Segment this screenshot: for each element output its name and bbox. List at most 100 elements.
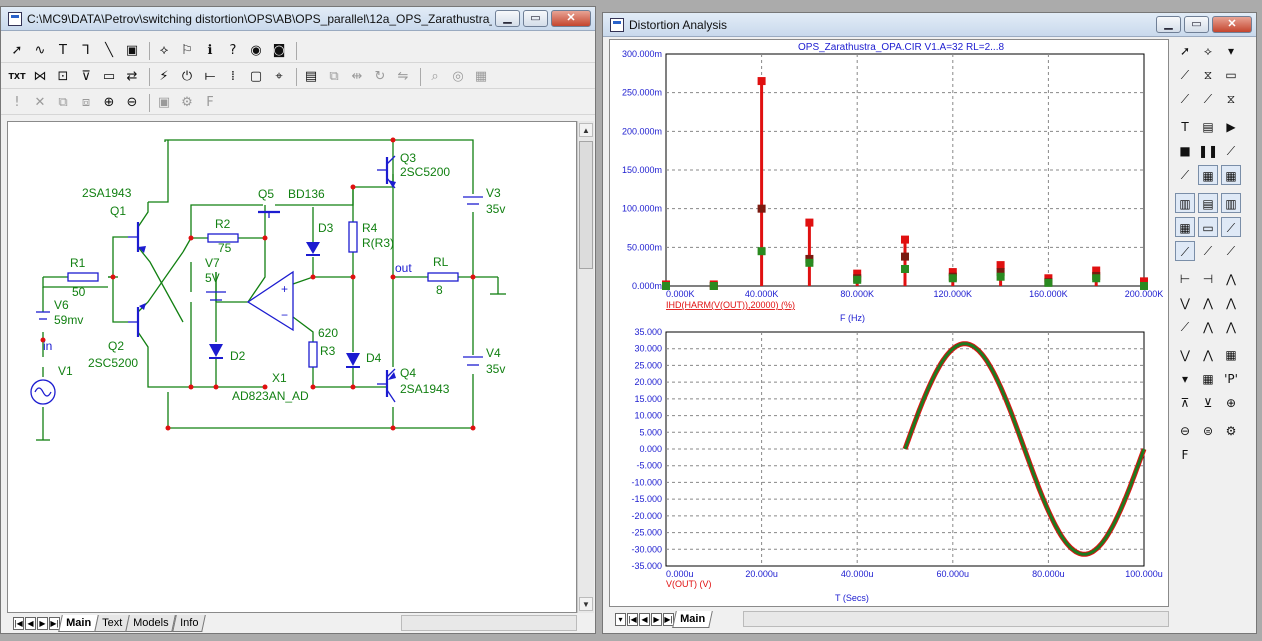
text-mode-icon[interactable]: TXT bbox=[7, 67, 27, 87]
analysis-tool-icon[interactable]: ⋀ bbox=[1198, 317, 1218, 337]
info-icon[interactable]: ℹ bbox=[200, 41, 220, 61]
camera-icon[interactable]: ▣ bbox=[154, 93, 174, 113]
probe-icon[interactable]: ⚙ bbox=[177, 93, 197, 113]
schematic-horizontal-scrollbar[interactable] bbox=[401, 615, 577, 631]
analysis-tool-icon[interactable]: ▦ bbox=[1198, 369, 1218, 389]
analysis-tool-icon[interactable]: ⋀ bbox=[1221, 317, 1241, 337]
analysis-tool-icon[interactable]: ▭ bbox=[1221, 65, 1241, 85]
analysis-tool-icon[interactable]: ➚ bbox=[1175, 41, 1195, 61]
wire-icon[interactable]: ∿ bbox=[30, 41, 50, 61]
analysis-tool-icon[interactable]: ⋀ bbox=[1221, 269, 1241, 289]
analysis-tool-icon[interactable]: ⧖ bbox=[1198, 65, 1218, 85]
copy-icon[interactable]: ⧉ bbox=[53, 93, 73, 113]
text-tool-icon[interactable]: T bbox=[53, 41, 73, 61]
help-icon[interactable]: ? bbox=[223, 41, 243, 61]
minimize-button[interactable]: ▁ bbox=[1156, 16, 1181, 33]
attribute-icon[interactable]: ⊡ bbox=[53, 67, 73, 87]
plot-menu-button[interactable]: ▾ bbox=[615, 612, 626, 626]
analysis-tool-icon[interactable]: ⟋ bbox=[1175, 65, 1195, 85]
tab-info[interactable]: Info bbox=[171, 614, 206, 632]
analysis-tool-icon[interactable]: ■ bbox=[1175, 141, 1195, 161]
analysis-tool-icon[interactable]: ⟋ bbox=[1175, 241, 1195, 261]
on-off-icon[interactable]: ⏻ bbox=[177, 67, 197, 87]
analysis-tool-icon[interactable]: ▭ bbox=[1198, 217, 1218, 237]
analysis-tool-icon[interactable]: ⊻ bbox=[1198, 393, 1218, 413]
analysis-tool-icon[interactable]: ⟋ bbox=[1221, 217, 1241, 237]
analysis-tool-icon[interactable]: ❚❚ bbox=[1198, 141, 1218, 161]
analysis-tool-icon[interactable]: ⚙ bbox=[1221, 421, 1241, 441]
analysis-tool-icon[interactable]: ▦ bbox=[1221, 345, 1241, 365]
find-icon[interactable]: ⌕ bbox=[425, 67, 445, 87]
zoom-in-icon[interactable]: ⊕ bbox=[99, 93, 119, 113]
analysis-tool-icon[interactable]: ▶ bbox=[1221, 117, 1241, 137]
voltage-icon[interactable]: ⚡ bbox=[154, 67, 174, 87]
current-icon[interactable]: ⇄ bbox=[122, 67, 142, 87]
schematic-vertical-scrollbar[interactable]: ▲ ▼ bbox=[577, 121, 594, 613]
scroll-up-button[interactable]: ▲ bbox=[579, 123, 593, 137]
tab-models[interactable]: Models bbox=[125, 614, 177, 632]
close-button[interactable]: ✕ bbox=[551, 10, 591, 27]
plot-area[interactable]: OPS_Zarathustra_OPA.CIR V1.A=32 RL=2...8… bbox=[609, 39, 1169, 607]
grid-text-icon[interactable]: ▭ bbox=[99, 67, 119, 87]
component-icon[interactable]: ▣ bbox=[122, 41, 142, 61]
pin-connection-icon[interactable]: ⟝ bbox=[200, 67, 220, 87]
next-page-button[interactable]: ▶ bbox=[651, 612, 662, 626]
mirror-icon[interactable]: ⇋ bbox=[393, 67, 413, 87]
analysis-tool-icon[interactable]: ⊕ bbox=[1221, 393, 1241, 413]
analysis-tool-icon[interactable]: ⊼ bbox=[1175, 393, 1195, 413]
schematic-canvas[interactable]: 2SA1943 Q1 R1 50 V6 59mv in V1 Q2 2SC520… bbox=[7, 121, 577, 613]
analysis-tool-icon[interactable]: ⊖ bbox=[1175, 421, 1195, 441]
analysis-tool-icon[interactable]: ⧖ bbox=[1221, 89, 1241, 109]
next-page-button[interactable]: ▶ bbox=[37, 616, 48, 630]
analysis-tool-icon[interactable]: ▦ bbox=[1175, 217, 1195, 237]
analysis-tool-icon[interactable]: ⟋ bbox=[1175, 89, 1195, 109]
flag-icon[interactable]: ⚐ bbox=[177, 41, 197, 61]
schematic-title-bar[interactable]: C:\MC9\DATA\Petrov\switching distortion\… bbox=[1, 7, 595, 31]
analysis-tool-icon[interactable]: ⋀ bbox=[1198, 293, 1218, 313]
tab-main[interactable]: Main bbox=[672, 610, 713, 628]
scroll-thumb[interactable] bbox=[579, 141, 593, 269]
analysis-tool-icon[interactable]: ⊢ bbox=[1175, 269, 1195, 289]
graphics-icon[interactable]: ⟡ bbox=[154, 41, 174, 61]
rotate-icon[interactable]: ↻ bbox=[370, 67, 390, 87]
analysis-tool-icon[interactable]: ⟋ bbox=[1198, 241, 1218, 261]
analysis-tool-icon[interactable]: ▥ bbox=[1175, 193, 1195, 213]
maximize-button[interactable]: ▭ bbox=[1184, 16, 1209, 33]
pin-icon[interactable]: ◉ bbox=[246, 41, 266, 61]
distortion-title-bar[interactable]: Distortion Analysis ▁ ▭ ✕ bbox=[603, 13, 1256, 37]
plot-horizontal-scrollbar[interactable] bbox=[743, 611, 1169, 627]
analysis-tool-icon[interactable]: ⋁ bbox=[1175, 293, 1195, 313]
properties-icon[interactable]: ▤ bbox=[301, 67, 321, 87]
analysis-tool-icon[interactable]: ⋀ bbox=[1198, 345, 1218, 365]
analysis-tool-icon[interactable]: ▾ bbox=[1221, 41, 1241, 61]
select-arrow-icon[interactable]: ➚ bbox=[7, 41, 27, 61]
stop-icon[interactable]: ◙ bbox=[269, 41, 289, 61]
prev-page-button[interactable]: ◀ bbox=[25, 616, 36, 630]
analysis-tool-icon[interactable]: ⟡ bbox=[1198, 41, 1218, 61]
grid-icon[interactable]: ⁞ bbox=[223, 67, 243, 87]
first-page-button[interactable]: |◀ bbox=[627, 612, 638, 626]
pin-marker-icon[interactable]: ⊽ bbox=[76, 67, 96, 87]
analysis-tool-icon[interactable]: ⊣ bbox=[1198, 269, 1218, 289]
diagonal-wire-icon[interactable]: ╲ bbox=[99, 41, 119, 61]
prev-page-button[interactable]: ◀ bbox=[639, 612, 650, 626]
analysis-tool-icon[interactable]: ▦ bbox=[1198, 165, 1218, 185]
display-icon[interactable]: ▦ bbox=[471, 67, 491, 87]
analysis-tool-icon[interactable]: ⟋ bbox=[1175, 317, 1195, 337]
analysis-tool-icon[interactable]: ⟋ bbox=[1221, 141, 1241, 161]
alert-icon[interactable]: ! bbox=[7, 93, 27, 113]
binoculars-icon[interactable]: ◎ bbox=[448, 67, 468, 87]
align-icon[interactable]: ⧉ bbox=[324, 67, 344, 87]
analysis-tool-icon[interactable]: ▦ bbox=[1221, 165, 1241, 185]
analysis-tool-icon[interactable]: ▤ bbox=[1198, 117, 1218, 137]
cursor-icon[interactable]: ⌖ bbox=[269, 67, 289, 87]
analysis-tool-icon[interactable]: ⟋ bbox=[1175, 165, 1195, 185]
paste-icon[interactable]: ⧈ bbox=[76, 93, 96, 113]
analysis-tool-icon[interactable]: ⋀ bbox=[1221, 293, 1241, 313]
scroll-down-button[interactable]: ▼ bbox=[579, 597, 593, 611]
cancel-icon[interactable]: ✕ bbox=[30, 93, 50, 113]
flip-icon[interactable]: ⇹ bbox=[347, 67, 367, 87]
first-page-button[interactable]: |◀ bbox=[13, 616, 24, 630]
analysis-tool-icon[interactable]: 'P' bbox=[1221, 369, 1241, 389]
tab-main[interactable]: Main bbox=[58, 614, 99, 632]
